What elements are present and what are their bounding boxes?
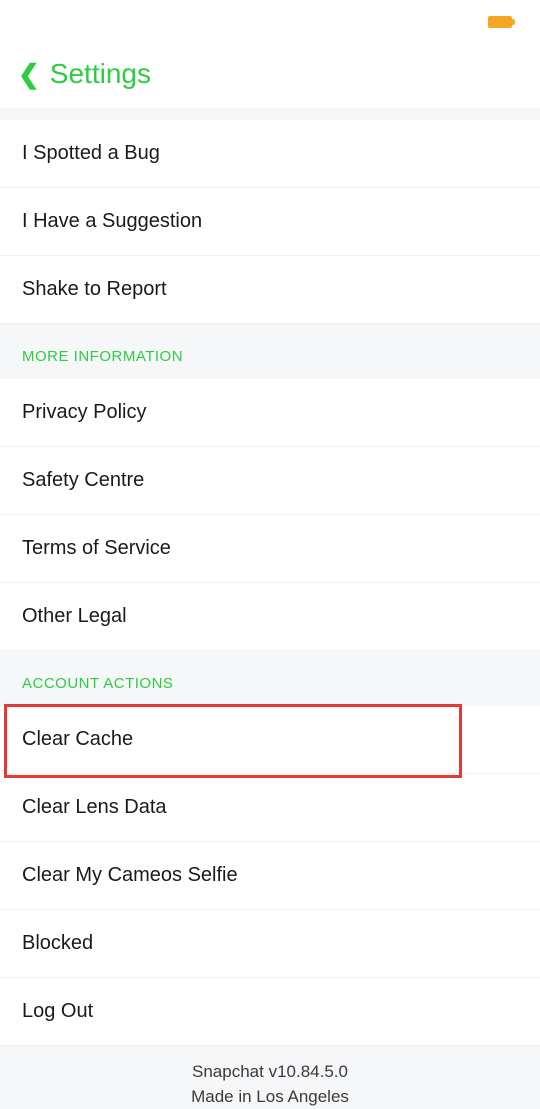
privacy-policy-item[interactable]: Privacy Policy	[0, 379, 540, 447]
log-out-item[interactable]: Log Out	[0, 978, 540, 1046]
safety-centre-item[interactable]: Safety Centre	[0, 447, 540, 515]
shake-report-item[interactable]: Shake to Report	[0, 256, 540, 324]
account-actions-header: ACCOUNT ACTIONS	[0, 651, 540, 706]
terms-service-item[interactable]: Terms of Service	[0, 515, 540, 583]
page-title: Settings	[50, 58, 151, 90]
clear-lens-data-item[interactable]: Clear Lens Data	[0, 774, 540, 842]
settings-header: ❮ Settings	[0, 44, 540, 108]
footer: Snapchat v10.84.5.0 Made in Los Angeles	[0, 1046, 540, 1109]
battery-icon	[488, 16, 512, 28]
other-legal-item[interactable]: Other Legal	[0, 583, 540, 651]
clear-cameos-selfie-item[interactable]: Clear My Cameos Selfie	[0, 842, 540, 910]
spotted-bug-item[interactable]: I Spotted a Bug	[0, 120, 540, 188]
status-bar	[0, 0, 540, 44]
suggestion-item[interactable]: I Have a Suggestion	[0, 188, 540, 256]
blocked-item[interactable]: Blocked	[0, 910, 540, 978]
more-info-header: MORE INFORMATION	[0, 324, 540, 379]
app-version: Snapchat v10.84.5.0	[0, 1060, 540, 1085]
app-tagline: Made in Los Angeles	[0, 1085, 540, 1109]
back-icon[interactable]: ❮	[18, 61, 40, 87]
clear-cache-item[interactable]: Clear Cache	[0, 706, 540, 774]
section-divider	[0, 108, 540, 120]
